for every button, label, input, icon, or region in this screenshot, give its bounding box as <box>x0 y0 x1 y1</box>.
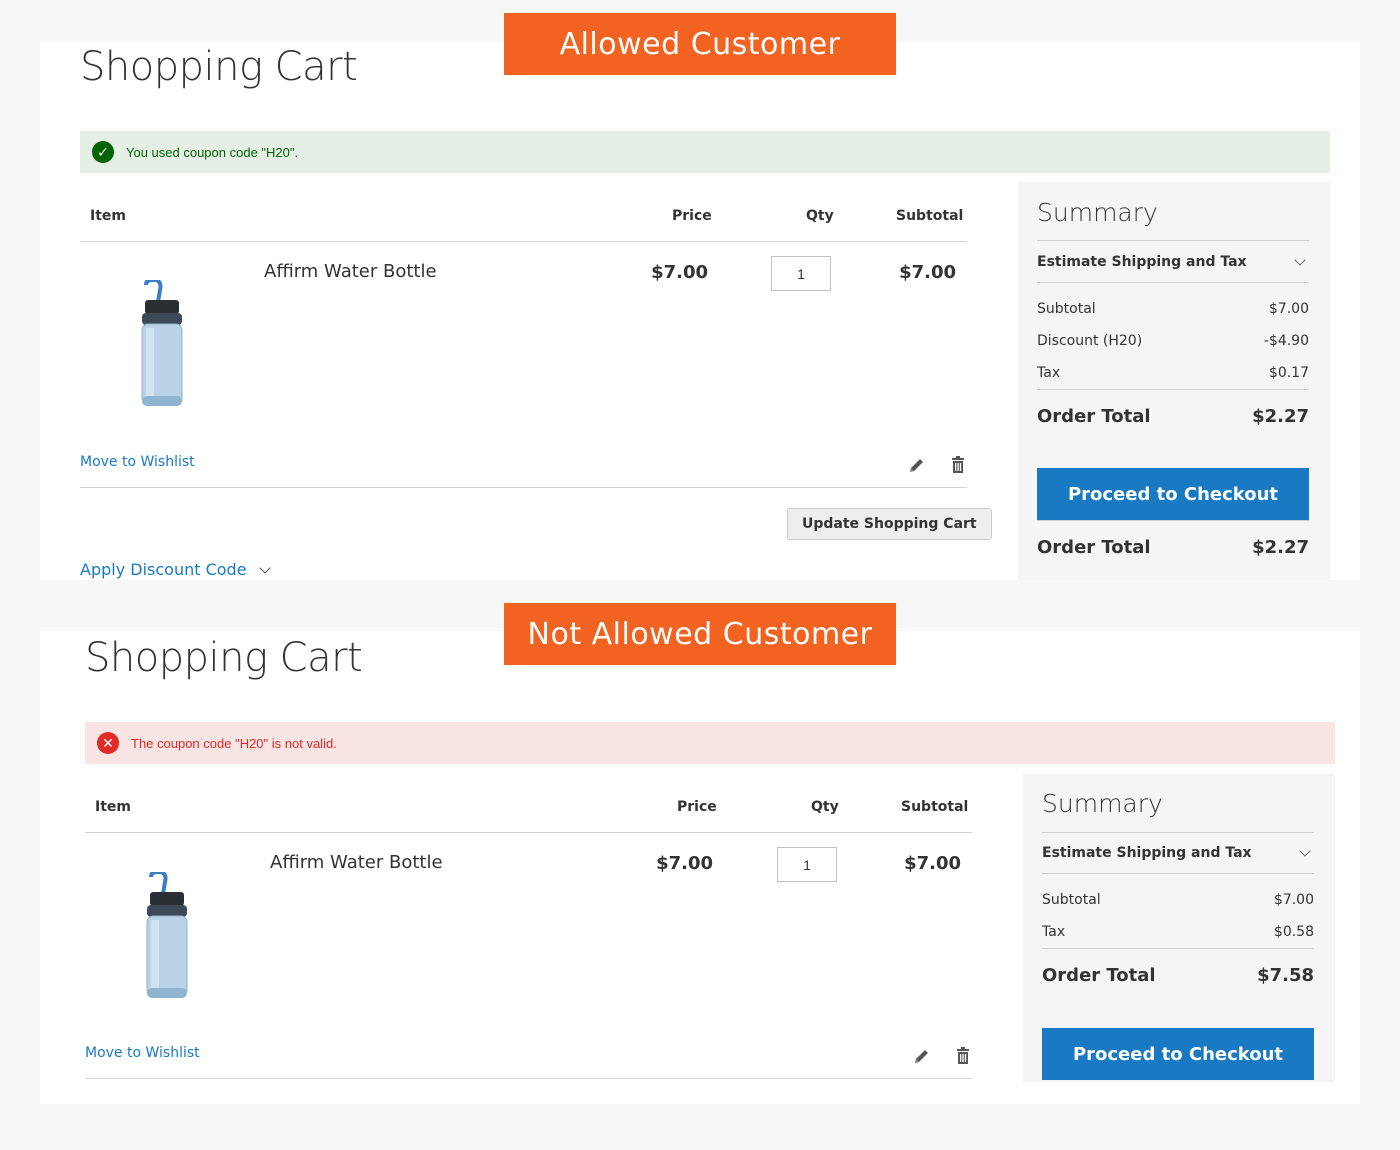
column-header-subtotal: Subtotal <box>896 208 964 224</box>
allowed-customer-banner: Allowed Customer <box>504 13 896 75</box>
order-total-row-bottom: Order Total $2.27 <box>1037 537 1309 558</box>
proceed-to-checkout-button[interactable]: Proceed to Checkout <box>1037 468 1309 520</box>
product-image[interactable] <box>137 872 197 1002</box>
summary-tax-row: Tax $0.17 <box>1037 365 1309 381</box>
chevron-down-icon <box>258 562 271 574</box>
summary-subtotal-row: Subtotal $7.00 <box>1037 301 1309 317</box>
discount-label: Discount (H20) <box>1037 333 1143 349</box>
tax-value: $0.17 <box>1268 365 1309 381</box>
summary-subtotal-row: Subtotal $7.00 <box>1042 892 1314 908</box>
divider <box>1042 948 1314 949</box>
edit-pencil-icon[interactable] <box>907 455 927 475</box>
move-to-wishlist-link[interactable]: Move to Wishlist <box>85 1045 200 1061</box>
column-header-item: Item <box>90 208 126 224</box>
column-header-price: Price <box>672 208 712 224</box>
subtotal-value: $7.00 <box>1268 301 1309 317</box>
product-name[interactable]: Affirm Water Bottle <box>264 261 437 282</box>
subtotal-label: Subtotal <box>1042 892 1101 908</box>
estimate-shipping-toggle[interactable]: Estimate Shipping and Tax <box>1042 845 1252 861</box>
product-name[interactable]: Affirm Water Bottle <box>270 852 443 873</box>
order-total-label: Order Total <box>1037 537 1151 558</box>
item-subtotal: $7.00 <box>899 262 956 283</box>
tax-label: Tax <box>1037 365 1061 381</box>
trash-icon[interactable] <box>948 455 968 475</box>
order-total-row: Order Total $7.58 <box>1042 965 1314 986</box>
proceed-to-checkout-button[interactable]: Proceed to Checkout <box>1042 1028 1314 1080</box>
divider <box>1037 520 1309 521</box>
order-total-value: $7.58 <box>1257 965 1314 986</box>
qty-input[interactable] <box>777 847 837 882</box>
divider <box>80 487 967 488</box>
column-header-item: Item <box>95 799 131 815</box>
apply-discount-code-toggle[interactable]: Apply Discount Code <box>80 560 271 579</box>
item-price: $7.00 <box>651 262 708 283</box>
column-header-qty: Qty <box>811 799 839 815</box>
item-price: $7.00 <box>656 853 713 874</box>
error-x-icon: ✕ <box>97 732 119 754</box>
estimate-shipping-toggle[interactable]: Estimate Shipping and Tax <box>1037 254 1247 270</box>
summary-discount-row: Discount (H20) -$4.90 <box>1037 333 1309 349</box>
error-message: ✕ The coupon code "H20" is not valid. <box>85 722 1335 764</box>
order-total-value: $2.27 <box>1252 406 1309 427</box>
qty-input[interactable] <box>771 256 831 291</box>
column-header-subtotal: Subtotal <box>901 799 969 815</box>
divider <box>1042 873 1314 874</box>
divider <box>1037 240 1309 241</box>
error-message-text: The coupon code "H20" is not valid. <box>131 735 337 751</box>
divider <box>85 1078 972 1079</box>
not-allowed-customer-banner: Not Allowed Customer <box>504 603 896 665</box>
divider <box>1037 282 1309 283</box>
move-to-wishlist-link[interactable]: Move to Wishlist <box>80 454 195 470</box>
success-message-text: You used coupon code "H20". <box>126 144 299 160</box>
order-total-value: $2.27 <box>1252 537 1309 558</box>
item-subtotal: $7.00 <box>904 853 961 874</box>
order-total-label: Order Total <box>1042 965 1156 986</box>
summary-title: Summary <box>1037 198 1158 227</box>
success-message: ✓ You used coupon code "H20". <box>80 131 1330 173</box>
subtotal-label: Subtotal <box>1037 301 1096 317</box>
column-header-qty: Qty <box>806 208 834 224</box>
tax-value: $0.58 <box>1273 924 1314 940</box>
divider <box>80 241 967 242</box>
divider <box>1042 832 1314 833</box>
check-icon: ✓ <box>92 141 114 163</box>
divider <box>85 832 972 833</box>
summary-tax-row: Tax $0.58 <box>1042 924 1314 940</box>
order-total-label: Order Total <box>1037 406 1151 427</box>
summary-title: Summary <box>1042 789 1163 818</box>
discount-value: -$4.90 <box>1263 333 1309 349</box>
column-header-price: Price <box>677 799 717 815</box>
tax-label: Tax <box>1042 924 1066 940</box>
apply-discount-code-label: Apply Discount Code <box>80 560 247 579</box>
divider <box>1037 389 1309 390</box>
page-title: Shopping Cart <box>85 635 363 681</box>
subtotal-value: $7.00 <box>1273 892 1314 908</box>
order-total-row: Order Total $2.27 <box>1037 406 1309 427</box>
update-shopping-cart-button[interactable]: Update Shopping Cart <box>787 508 992 540</box>
product-image[interactable] <box>132 280 192 410</box>
edit-pencil-icon[interactable] <box>912 1046 932 1066</box>
trash-icon[interactable] <box>953 1046 973 1066</box>
page-title: Shopping Cart <box>80 44 358 90</box>
